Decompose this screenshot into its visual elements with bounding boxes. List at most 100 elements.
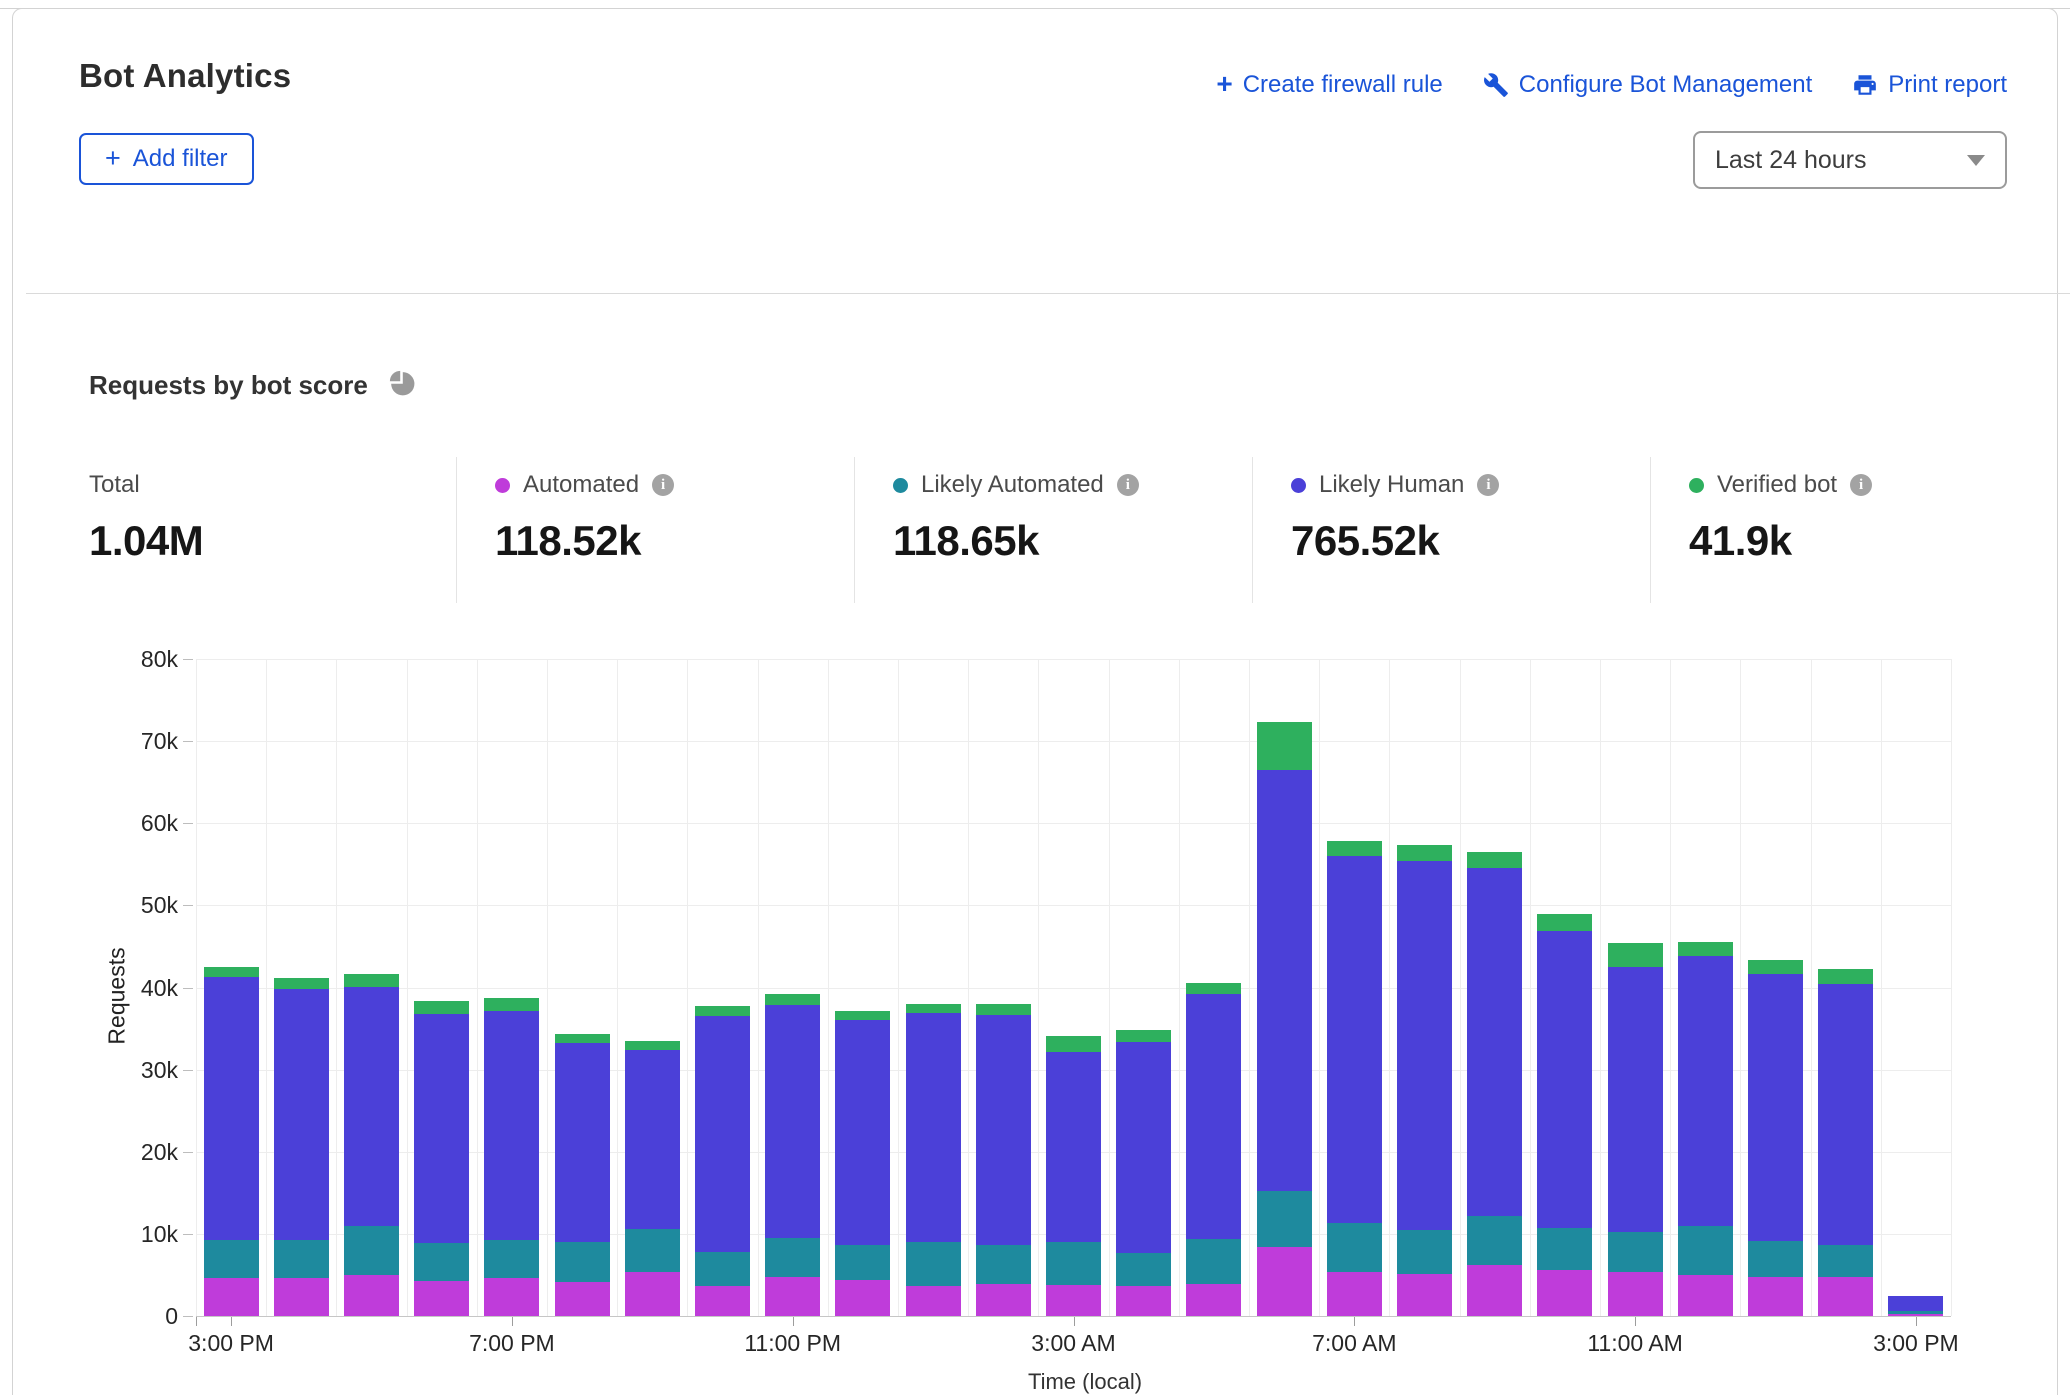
info-icon[interactable]	[652, 474, 674, 496]
bar-segment-verified-bot[interactable]	[1818, 969, 1873, 984]
bar-segment-likely-automated[interactable]	[625, 1229, 680, 1272]
bar-segment-likely-automated[interactable]	[1327, 1223, 1382, 1271]
bar-segment-likely-human[interactable]	[414, 1014, 469, 1243]
configure-bot-management-link[interactable]: Configure Bot Management	[1483, 71, 1813, 99]
bar-segment-automated[interactable]	[1257, 1247, 1312, 1316]
bar-3-00-pm[interactable]	[1888, 1296, 1943, 1317]
bar-6-00-am[interactable]	[1257, 722, 1312, 1316]
bar-segment-automated[interactable]	[765, 1277, 820, 1316]
bar-segment-verified-bot[interactable]	[835, 1011, 890, 1021]
bar-segment-likely-automated[interactable]	[484, 1240, 539, 1279]
bar-segment-automated[interactable]	[484, 1278, 539, 1316]
bar-4-00-am[interactable]	[1116, 1030, 1171, 1316]
bar-segment-likely-automated[interactable]	[344, 1226, 399, 1274]
bar-segment-automated[interactable]	[976, 1284, 1031, 1316]
bar-5-00-am[interactable]	[1186, 983, 1241, 1316]
bar-segment-verified-bot[interactable]	[1678, 942, 1733, 957]
bar-segment-automated[interactable]	[1537, 1270, 1592, 1316]
bar-segment-verified-bot[interactable]	[765, 994, 820, 1005]
bar-9-00-pm[interactable]	[625, 1041, 680, 1316]
time-range-select[interactable]: Last 24 hours	[1693, 131, 2007, 189]
bar-segment-automated[interactable]	[1608, 1272, 1663, 1316]
add-filter-button[interactable]: Add filter	[79, 133, 254, 185]
bar-segment-automated[interactable]	[625, 1272, 680, 1316]
bar-segment-verified-bot[interactable]	[414, 1001, 469, 1014]
bar-segment-likely-human[interactable]	[484, 1011, 539, 1240]
bar-segment-automated[interactable]	[344, 1275, 399, 1316]
bar-segment-likely-automated[interactable]	[1467, 1216, 1522, 1265]
bar-segment-likely-automated[interactable]	[1608, 1232, 1663, 1272]
bar-segment-likely-human[interactable]	[1186, 994, 1241, 1239]
bar-segment-verified-bot[interactable]	[695, 1006, 750, 1017]
bar-segment-automated[interactable]	[204, 1278, 259, 1316]
bar-segment-likely-automated[interactable]	[1046, 1242, 1101, 1285]
bar-segment-likely-human[interactable]	[835, 1020, 890, 1245]
bar-segment-likely-automated[interactable]	[765, 1238, 820, 1277]
bar-segment-verified-bot[interactable]	[1467, 852, 1522, 868]
bar-1-00-pm[interactable]	[1748, 960, 1803, 1316]
bar-segment-likely-human[interactable]	[1888, 1296, 1943, 1311]
bar-segment-likely-automated[interactable]	[1186, 1239, 1241, 1284]
bar-segment-automated[interactable]	[906, 1286, 961, 1316]
bar-segment-automated[interactable]	[1397, 1274, 1452, 1316]
bar-segment-verified-bot[interactable]	[1116, 1030, 1171, 1041]
bar-segment-verified-bot[interactable]	[976, 1004, 1031, 1015]
bar-segment-verified-bot[interactable]	[1537, 914, 1592, 931]
bar-7-00-am[interactable]	[1327, 841, 1382, 1316]
bar-segment-automated[interactable]	[1748, 1277, 1803, 1316]
bar-6-00-pm[interactable]	[414, 1001, 469, 1316]
bar-segment-likely-human[interactable]	[976, 1015, 1031, 1246]
bar-segment-automated[interactable]	[414, 1281, 469, 1316]
bar-11-00-pm[interactable]	[765, 994, 820, 1316]
bar-segment-verified-bot[interactable]	[1257, 722, 1312, 770]
bar-segment-likely-human[interactable]	[344, 987, 399, 1227]
bar-segment-likely-automated[interactable]	[695, 1252, 750, 1286]
bar-segment-automated[interactable]	[835, 1280, 890, 1316]
bar-9-00-am[interactable]	[1467, 852, 1522, 1316]
bar-segment-likely-human[interactable]	[1116, 1042, 1171, 1253]
bar-segment-likely-automated[interactable]	[414, 1243, 469, 1281]
bar-segment-automated[interactable]	[1046, 1285, 1101, 1316]
bar-3-00-pm[interactable]	[204, 967, 259, 1316]
bar-segment-likely-human[interactable]	[1327, 856, 1382, 1223]
bar-segment-verified-bot[interactable]	[906, 1004, 961, 1013]
bar-segment-likely-human[interactable]	[1608, 967, 1663, 1232]
bar-segment-likely-human[interactable]	[1397, 861, 1452, 1230]
bar-segment-likely-human[interactable]	[1678, 956, 1733, 1225]
bar-segment-verified-bot[interactable]	[1046, 1036, 1101, 1052]
bar-segment-verified-bot[interactable]	[555, 1034, 610, 1044]
bar-11-00-am[interactable]	[1608, 943, 1663, 1316]
bar-segment-likely-human[interactable]	[625, 1050, 680, 1229]
bar-segment-verified-bot[interactable]	[1327, 841, 1382, 856]
bar-12-00-pm[interactable]	[1678, 942, 1733, 1316]
bar-10-00-am[interactable]	[1537, 914, 1592, 1316]
bar-segment-likely-automated[interactable]	[274, 1240, 329, 1278]
bar-segment-likely-automated[interactable]	[1818, 1245, 1873, 1278]
bar-segment-likely-automated[interactable]	[1116, 1253, 1171, 1286]
bar-segment-automated[interactable]	[555, 1282, 610, 1316]
info-icon[interactable]	[1477, 474, 1499, 496]
bar-segment-likely-human[interactable]	[765, 1005, 820, 1238]
bar-segment-likely-automated[interactable]	[1678, 1226, 1733, 1275]
bar-segment-verified-bot[interactable]	[1186, 983, 1241, 994]
bar-segment-verified-bot[interactable]	[625, 1041, 680, 1050]
bar-segment-verified-bot[interactable]	[1397, 845, 1452, 861]
bar-7-00-pm[interactable]	[484, 998, 539, 1316]
bar-segment-likely-human[interactable]	[695, 1016, 750, 1252]
bar-2-00-pm[interactable]	[1818, 969, 1873, 1316]
bar-5-00-pm[interactable]	[344, 974, 399, 1316]
bar-8-00-am[interactable]	[1397, 845, 1452, 1316]
bar-segment-likely-automated[interactable]	[1748, 1241, 1803, 1277]
bar-segment-likely-human[interactable]	[906, 1013, 961, 1242]
bar-segment-verified-bot[interactable]	[484, 998, 539, 1010]
bar-segment-automated[interactable]	[1678, 1275, 1733, 1316]
bar-4-00-pm[interactable]	[274, 978, 329, 1316]
bar-8-00-pm[interactable]	[555, 1034, 610, 1316]
create-firewall-rule-link[interactable]: Create firewall rule	[1216, 71, 1442, 99]
bar-segment-likely-human[interactable]	[1257, 770, 1312, 1191]
bar-segment-likely-human[interactable]	[1537, 931, 1592, 1228]
bar-segment-likely-human[interactable]	[1467, 868, 1522, 1216]
info-icon[interactable]	[1117, 474, 1139, 496]
bar-segment-likely-automated[interactable]	[1257, 1191, 1312, 1247]
bar-12-00-am[interactable]	[835, 1011, 890, 1316]
